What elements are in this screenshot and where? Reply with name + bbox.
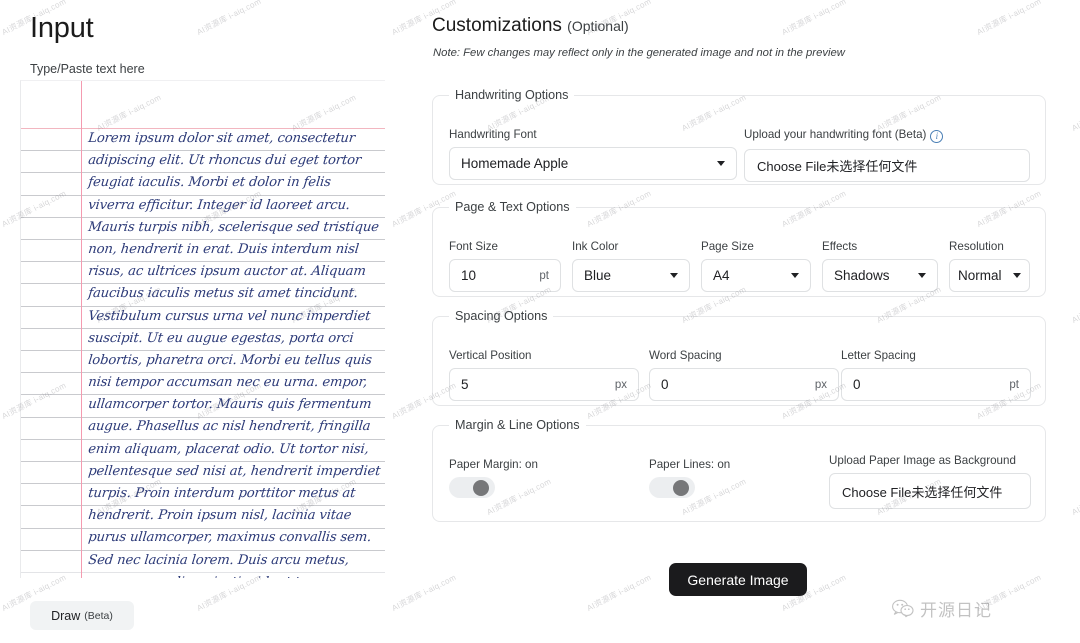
margin-line-options-legend: Margin & Line Options — [455, 418, 580, 432]
handwriting-options-section: Handwriting Options Handwriting Font Hom… — [432, 88, 1046, 185]
effects-label: Effects — [822, 240, 858, 253]
word-spacing-label: Word Spacing — [649, 349, 722, 362]
page-text-options-section: Page & Text Options Font Size 10 pt Ink … — [432, 200, 1046, 297]
handwriting-text: Lorem ipsum dolor sit amet, consectetur a… — [87, 128, 385, 578]
font-size-value: 10 — [461, 268, 477, 283]
page-size-value: A4 — [713, 268, 730, 283]
handwriting-line: turpis. Proin interdum porttitor metus a… — [87, 486, 357, 501]
wechat-icon — [892, 599, 914, 618]
customizations-panel: Customizations (Optional) Note: Few chan… — [420, 0, 1080, 643]
handwriting-line: hendrerit. Proin ipsum nisl, lacinia vit… — [87, 508, 353, 524]
letter-spacing-input[interactable]: 0 pt — [841, 368, 1031, 401]
resolution-value: Normal — [958, 268, 1002, 283]
customizations-title: Customizations (Optional) — [432, 15, 629, 37]
toggle-knob — [673, 479, 689, 496]
page-text-options-legend: Page & Text Options — [455, 200, 570, 214]
info-icon[interactable]: i — [930, 129, 944, 143]
vertical-position-label: Vertical Position — [449, 349, 532, 362]
handwriting-options-legend: Handwriting Options — [455, 88, 569, 102]
handwriting-line: suscipit. Ut eu augue egestas, porta orc… — [87, 330, 355, 346]
paper-margin-toggle[interactable] — [449, 477, 495, 498]
paper-lines-label: Paper Lines: on — [649, 458, 731, 471]
draw-button-label: Draw — [51, 608, 81, 623]
ink-color-value: Blue — [584, 268, 612, 283]
page-size-label: Page Size — [701, 240, 754, 253]
handwriting-line: Mauris turpis nibh, scelerisque sed tris… — [87, 219, 380, 235]
page-size-select[interactable]: A4 — [701, 259, 811, 292]
spacing-options-section: Spacing Options Vertical Position 5 px W… — [432, 309, 1046, 406]
chevron-down-icon — [670, 273, 678, 278]
handwriting-line: non, hendrerit in erat. Duis interdum ni… — [87, 241, 360, 257]
handwriting-line: enim aliquam, placerat odio. Ut tortor n… — [87, 441, 370, 457]
vertical-position-value: 5 — [461, 377, 469, 392]
handwriting-font-select[interactable]: Homemade Apple — [449, 147, 737, 180]
handwriting-font-value: Homemade Apple — [461, 156, 569, 171]
upload-font-label-text: Upload your handwriting font (Beta) — [744, 128, 927, 141]
brand-name: 开源日记 — [920, 601, 992, 620]
vertical-position-unit: px — [614, 378, 627, 391]
word-spacing-unit: px — [814, 378, 827, 391]
spacing-options-legend: Spacing Options — [455, 309, 548, 323]
vertical-position-input[interactable]: 5 px — [449, 368, 639, 401]
font-size-unit: pt — [539, 269, 549, 282]
upload-background-file-value: Choose File未选择任何文件 — [842, 484, 1003, 500]
page-title: Input — [30, 12, 94, 44]
resolution-select[interactable]: Normal — [949, 259, 1030, 292]
upload-font-label: Upload your handwriting font (Beta) i — [744, 128, 1030, 143]
word-spacing-value: 0 — [661, 377, 669, 392]
chevron-down-icon — [1013, 273, 1021, 278]
upload-background-file-input[interactable]: Choose File未选择任何文件 — [829, 473, 1031, 509]
font-size-label: Font Size — [449, 240, 498, 253]
word-spacing-input[interactable]: 0 px — [649, 368, 839, 401]
chevron-down-icon — [791, 273, 799, 278]
letter-spacing-label: Letter Spacing — [841, 349, 916, 362]
handwriting-preview-paper[interactable]: Lorem ipsum dolor sit amet, consectetur a… — [20, 80, 385, 578]
handwriting-line: adipiscing elit. Ut rhoncus dui eget tor… — [87, 153, 362, 169]
effects-value: Shadows — [834, 268, 890, 283]
handwriting-line: cursus non odio quis, tincidunt tempor a… — [87, 572, 385, 578]
handwriting-font-label: Handwriting Font — [449, 128, 537, 141]
generate-image-button[interactable]: Generate Image — [669, 563, 807, 596]
handwriting-line: Lorem ipsum dolor sit amet, consectetur — [87, 131, 356, 146]
input-panel: Input Type/Paste text here Lorem ipsum d… — [0, 0, 420, 643]
handwriting-line: Vestibulum cursus urna vel nunc imperdie… — [87, 308, 372, 324]
resolution-label: Resolution — [949, 240, 1004, 253]
customizations-note: Note: Few changes may reflect only in th… — [433, 47, 845, 59]
customizations-optional-label: (Optional) — [567, 18, 629, 34]
paper-lines-toggle[interactable] — [649, 477, 695, 498]
upload-background-label: Upload Paper Image as Background — [829, 454, 1016, 467]
handwriting-line: purus ullamcorper, maximus convallis sem… — [87, 530, 372, 546]
handwriting-line: ullamcorper tortor. Mauris quis fermentu… — [87, 397, 373, 413]
handwriting-line: lobortis, pharetra orci. Morbi eu tellus… — [87, 352, 373, 368]
toggle-knob — [473, 479, 489, 496]
handwriting-line: augue. Phasellus ac nisl hendrerit, frin… — [87, 419, 372, 435]
chevron-down-icon — [717, 161, 725, 166]
upload-font-file-value: Choose File未选择任何文件 — [757, 158, 918, 174]
brand-badge: 开源日记 — [892, 596, 992, 621]
chevron-down-icon — [918, 273, 926, 278]
paper-margin-label: Paper Margin: on — [449, 458, 538, 471]
textarea-label: Type/Paste text here — [30, 62, 145, 76]
ink-color-select[interactable]: Blue — [572, 259, 690, 292]
upload-font-file-input[interactable]: Choose File未选择任何文件 — [744, 148, 1030, 182]
handwriting-line: pellentesque sed nisi at, hendrerit impe… — [87, 463, 382, 479]
handwriting-line: risus, ac ultrices ipsum auctor at. Aliq… — [87, 264, 367, 280]
customizations-title-text: Customizations — [432, 15, 562, 36]
ink-color-label: Ink Color — [572, 240, 619, 253]
paper-margin-line — [81, 81, 82, 578]
draw-button[interactable]: Draw (Beta) — [30, 601, 134, 630]
letter-spacing-unit: pt — [1009, 378, 1019, 391]
draw-button-beta-label: (Beta) — [84, 609, 113, 622]
font-size-input[interactable]: 10 pt — [449, 259, 561, 292]
handwriting-line: feugiat iaculis. Morbi et dolor in felis — [87, 175, 332, 191]
handwriting-line: faucibus iaculis metus sit amet tincidun… — [87, 286, 359, 302]
margin-line-options-section: Margin & Line Options Paper Margin: on P… — [432, 418, 1046, 522]
effects-select[interactable]: Shadows — [822, 259, 938, 292]
handwriting-line: Sed nec lacinia lorem. Duis arcu metus, — [87, 552, 350, 568]
letter-spacing-value: 0 — [853, 377, 861, 392]
handwriting-line: viverra efficitur. Integer id laoreet ar… — [87, 197, 351, 213]
handwriting-line: nisi tempor accumsan nec eu urna. empor, — [87, 375, 368, 391]
